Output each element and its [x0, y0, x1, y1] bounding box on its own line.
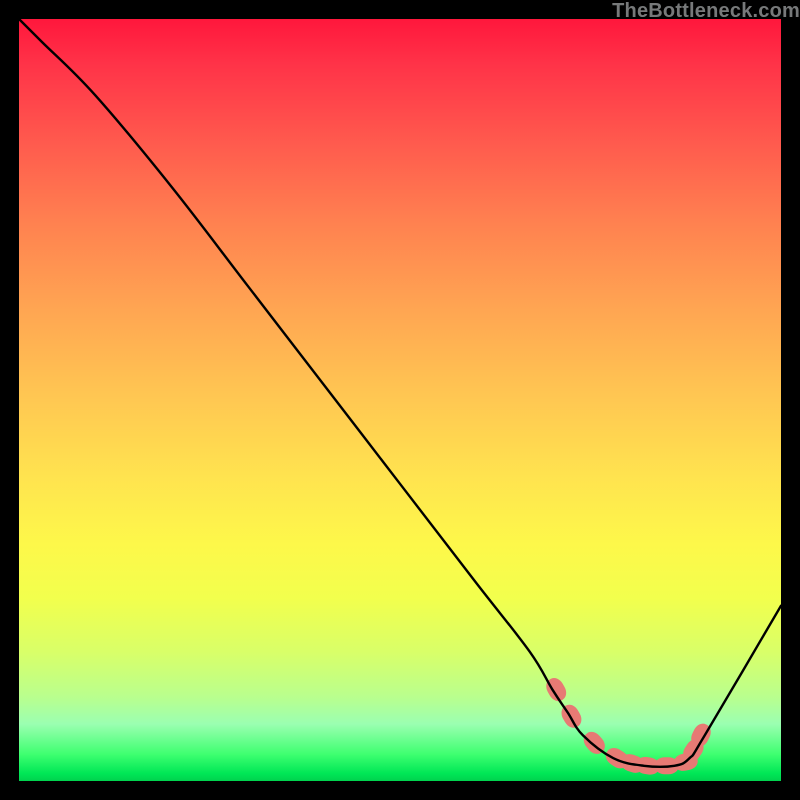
bottleneck-curve-path: [19, 19, 781, 767]
chart-frame: TheBottleneck.com: [0, 0, 800, 800]
watermark-text: TheBottleneck.com: [612, 0, 800, 23]
chart-svg: [19, 19, 781, 781]
plot-area: [19, 19, 781, 781]
